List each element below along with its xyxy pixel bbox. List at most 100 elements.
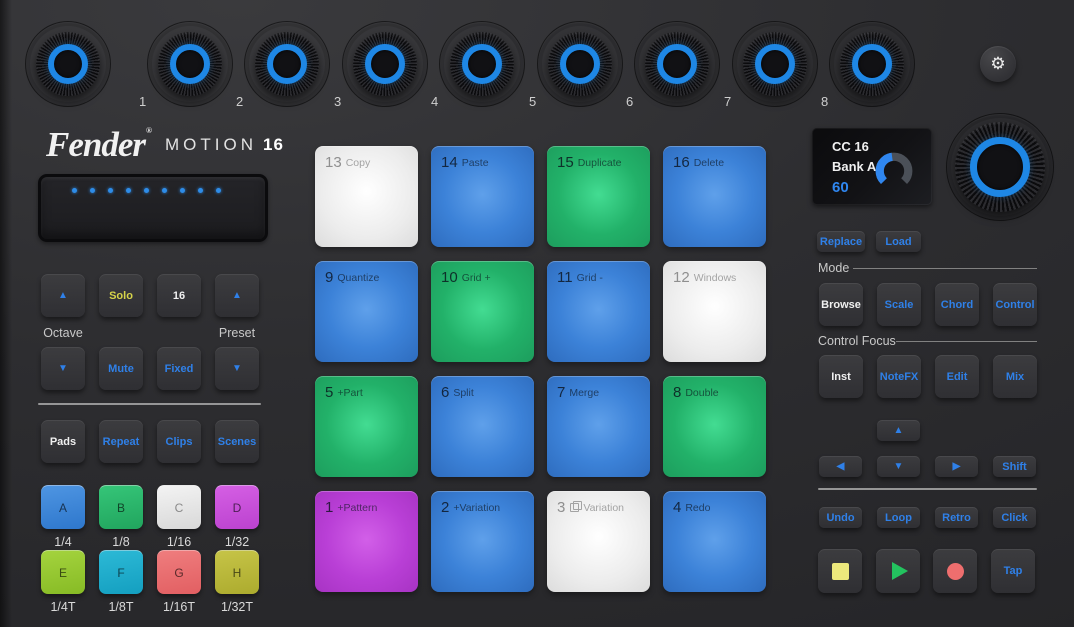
focus-edit-button[interactable]: Edit xyxy=(935,355,979,398)
clips-button[interactable]: Clips xyxy=(157,420,201,463)
macro-knob-4[interactable] xyxy=(439,21,525,107)
play-button[interactable] xyxy=(876,549,920,593)
cc-gauge xyxy=(872,149,916,193)
mode-chord-button[interactable]: Chord xyxy=(935,283,979,326)
shift-button[interactable]: Shift xyxy=(993,456,1036,477)
macro-knob-1[interactable] xyxy=(147,21,233,107)
nav-down-button[interactable]: ▼ xyxy=(877,456,920,477)
knob-led-ring xyxy=(560,44,600,84)
repeat-button[interactable]: Repeat xyxy=(99,420,143,463)
preset-label: Preset xyxy=(197,326,277,340)
octave-down-button[interactable]: ▼ xyxy=(41,347,85,390)
mode-scale-button[interactable]: Scale xyxy=(877,283,921,326)
pad-14-paste[interactable]: 14Paste xyxy=(431,146,534,247)
undo-button[interactable]: Undo xyxy=(819,507,862,528)
tap-button[interactable]: Tap xyxy=(991,549,1035,593)
replace-button[interactable]: Replace xyxy=(817,231,865,252)
display-dot xyxy=(90,188,95,193)
focus-mix-button[interactable]: Mix xyxy=(993,355,1037,398)
pad-4-redo[interactable]: 4Redo xyxy=(663,491,766,592)
knob-led-ring xyxy=(657,44,697,84)
copy-icon xyxy=(570,503,579,512)
stop-icon xyxy=(832,563,849,580)
mode-browse-button[interactable]: Browse xyxy=(819,283,863,326)
scenes-button[interactable]: Scenes xyxy=(215,420,259,463)
pad-15-duplicate[interactable]: 15Duplicate xyxy=(547,146,650,247)
pad-count-button[interactable]: 16 xyxy=(157,274,201,317)
rate-label: 1/16T xyxy=(157,600,201,614)
preset-up-button[interactable]: ▲ xyxy=(215,274,259,317)
led-display xyxy=(38,174,268,242)
pad-3-copy-variation[interactable]: 3Variation xyxy=(547,491,650,592)
rate-pad-g[interactable]: G xyxy=(157,550,201,594)
settings-gear-button[interactable]: ⚙ xyxy=(980,46,1016,82)
pad-10-grid-plus[interactable]: 10Grid + xyxy=(431,261,534,362)
retro-button[interactable]: Retro xyxy=(935,507,978,528)
pad-12-windows[interactable]: 12Windows xyxy=(663,261,766,362)
knob-number-label: 2 xyxy=(236,94,250,109)
pads-button[interactable]: Pads xyxy=(41,420,85,463)
pad-9-quantize[interactable]: 9Quantize xyxy=(315,261,418,362)
pad-7-merge[interactable]: 7Merge xyxy=(547,376,650,477)
pad-1-add-pattern[interactable]: 1+Pattern xyxy=(315,491,418,592)
macro-knob-6[interactable] xyxy=(634,21,720,107)
loop-button[interactable]: Loop xyxy=(877,507,920,528)
knob-number-label: 6 xyxy=(626,94,640,109)
rate-pad-h[interactable]: H xyxy=(215,550,259,594)
master-knob[interactable] xyxy=(25,21,111,107)
load-button[interactable]: Load xyxy=(876,231,921,252)
display-dot xyxy=(126,188,131,193)
click-button[interactable]: Click xyxy=(993,507,1036,528)
rate-pad-b[interactable]: B xyxy=(99,485,143,529)
display-dot-row xyxy=(41,177,265,193)
macro-knob-2[interactable] xyxy=(244,21,330,107)
drum-pad-grid: 13Copy 14Paste 15Duplicate 16Delete 9Qua… xyxy=(315,146,766,592)
knob-number-label: 4 xyxy=(431,94,445,109)
pad-16-delete[interactable]: 16Delete xyxy=(663,146,766,247)
focus-notefx-button[interactable]: NoteFX xyxy=(877,355,921,398)
focus-inst-button[interactable]: Inst xyxy=(819,355,863,398)
cc-screen: CC 16 Bank A 60 xyxy=(812,128,932,205)
pad-13-copy[interactable]: 13Copy xyxy=(315,146,418,247)
pad-11-grid-minus[interactable]: 11Grid - xyxy=(547,261,650,362)
macro-knob-7[interactable] xyxy=(732,21,818,107)
rate-pad-c[interactable]: C xyxy=(157,485,201,529)
solo-button[interactable]: Solo xyxy=(99,274,143,317)
control-focus-rule xyxy=(896,341,1037,342)
nav-left-button[interactable]: ◀ xyxy=(819,456,862,477)
rate-pad-a[interactable]: A xyxy=(41,485,85,529)
display-dot xyxy=(198,188,203,193)
mute-button[interactable]: Mute xyxy=(99,347,143,390)
octave-up-button[interactable]: ▲ xyxy=(41,274,85,317)
macro-knob-8[interactable] xyxy=(829,21,915,107)
rate-pad-f[interactable]: F xyxy=(99,550,143,594)
display-dot xyxy=(144,188,149,193)
gear-icon: ⚙ xyxy=(990,54,1005,74)
record-button[interactable] xyxy=(933,549,977,593)
macro-knob-5[interactable] xyxy=(537,21,623,107)
mode-control-button[interactable]: Control xyxy=(993,283,1037,326)
registered-mark: ® xyxy=(146,126,151,135)
cc-value: 60 xyxy=(832,179,849,196)
knob-number-label: 1 xyxy=(139,94,153,109)
preset-down-button[interactable]: ▼ xyxy=(215,347,259,390)
main-encoder-knob[interactable] xyxy=(946,113,1054,221)
pad-6-split[interactable]: 6Split xyxy=(431,376,534,477)
fixed-button[interactable]: Fixed xyxy=(157,347,201,390)
rate-label: 1/8 xyxy=(99,535,143,549)
panel-edge-shadow xyxy=(0,0,12,627)
play-icon xyxy=(892,562,908,580)
rate-pad-d[interactable]: D xyxy=(215,485,259,529)
nav-right-button[interactable]: ▶ xyxy=(935,456,978,477)
cc-number-label: CC 16 xyxy=(832,139,869,154)
knob-led-ring xyxy=(755,44,795,84)
pad-8-double[interactable]: 8Double xyxy=(663,376,766,477)
left-section-divider xyxy=(38,403,261,405)
pad-2-add-variation[interactable]: 2+Variation xyxy=(431,491,534,592)
mode-section-rule xyxy=(853,268,1037,269)
macro-knob-3[interactable] xyxy=(342,21,428,107)
rate-pad-e[interactable]: E xyxy=(41,550,85,594)
pad-5-add-part[interactable]: 5+Part xyxy=(315,376,418,477)
nav-up-button[interactable]: ▲ xyxy=(877,420,920,441)
stop-button[interactable] xyxy=(818,549,862,593)
